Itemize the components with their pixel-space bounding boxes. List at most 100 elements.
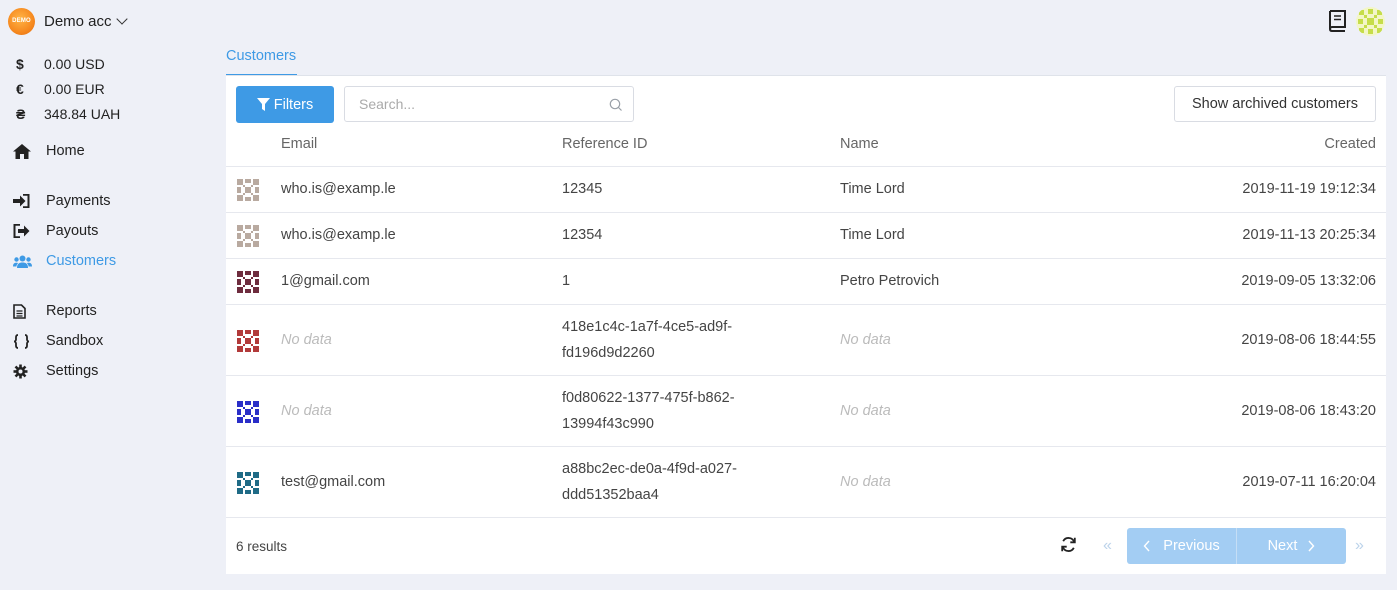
- nav-item-customers[interactable]: Customers: [0, 250, 116, 272]
- search-input[interactable]: [344, 86, 634, 122]
- reference-line: 13994f43c990: [562, 415, 654, 432]
- nav-item-settings[interactable]: Settings: [0, 360, 98, 382]
- file-text-icon: [13, 303, 26, 319]
- gear-icon: [13, 364, 28, 378]
- code-braces-icon: [13, 333, 30, 349]
- identicon-avatar: [237, 472, 259, 494]
- table-row[interactable]: test@gmail.com a88bc2ec-de0a-4f9d-a027- dd…: [226, 447, 1386, 518]
- balance-usd: $ 0.00 USD: [0, 51, 120, 76]
- home-icon: [13, 143, 31, 159]
- user-avatar[interactable]: [1356, 7, 1385, 36]
- balance-amount: 0.00 EUR: [44, 80, 105, 97]
- previous-label: Previous: [1163, 538, 1220, 554]
- nav-label: Payouts: [46, 223, 99, 239]
- table-row[interactable]: who.is@examp.le 12345 Time Lord 2019-11-19 …: [226, 167, 1386, 213]
- reference-line: 418e1c4c-1a7f-4ce5-ad9f-: [562, 319, 733, 335]
- balance-uah: ₴ 348.84 UAH: [0, 101, 120, 126]
- nav-item-payouts[interactable]: Payouts: [0, 220, 98, 242]
- reference-cell: a88bc2ec-de0a-4f9d-a027- ddd51352baa4: [562, 457, 737, 508]
- balance-amount: 348.84 UAH: [44, 105, 121, 122]
- nav-label: Payments: [46, 193, 111, 209]
- reference-cell: f0d80622-1377-475f-b862- 13994f43c990: [562, 386, 735, 437]
- customers-card: Filters Show archived customers Email Re…: [226, 76, 1386, 574]
- book-icon[interactable]: [1327, 10, 1347, 32]
- users-icon: [13, 255, 32, 268]
- created-cell: 2019-07-11 16:20:04: [1242, 474, 1376, 490]
- chevron-down-icon: [115, 13, 128, 25]
- reference-line: a88bc2ec-de0a-4f9d-a027-: [562, 461, 737, 477]
- reference-cell: 12345: [562, 181, 603, 197]
- reference-line: ddd51352baa4: [562, 486, 659, 503]
- nav-label: Customers: [46, 253, 117, 269]
- tab-customers[interactable]: Customers: [226, 46, 297, 76]
- nav-label: Home: [46, 143, 85, 159]
- table-row[interactable]: who.is@examp.le 12354 Time Lord 2019-11-13 …: [226, 213, 1386, 259]
- name-cell: Time Lord: [840, 227, 905, 243]
- results-count: 6 results: [236, 539, 288, 554]
- created-cell: 2019-08-06 18:43:20: [1241, 403, 1376, 419]
- email-cell: test@gmail.com: [281, 474, 386, 490]
- next-label: Next: [1267, 538, 1298, 554]
- email-cell: who.is@examp.le: [281, 181, 396, 197]
- name-cell: No data: [840, 474, 891, 490]
- created-cell: 2019-11-19 19:12:34: [1242, 181, 1376, 197]
- reference-cell: 418e1c4c-1a7f-4ce5-ad9f-fd196d9d2260: [562, 315, 732, 366]
- refresh-icon[interactable]: [1060, 536, 1077, 553]
- last-page-button[interactable]: »: [1355, 537, 1364, 555]
- chevron-right-icon: [1308, 540, 1315, 552]
- demo-logo: DEMO: [8, 7, 35, 35]
- account-switcher[interactable]: DEMO Demo acc: [8, 7, 128, 35]
- email-cell: 1@gmail.com: [281, 273, 370, 289]
- email-cell: who.is@examp.le: [281, 227, 396, 243]
- balance-eur: € 0.00 EUR: [0, 76, 120, 101]
- filters-button[interactable]: Filters: [236, 86, 334, 123]
- sign-out-icon: [13, 224, 30, 238]
- filter-icon: [256, 97, 270, 111]
- reference-cell: 12354: [562, 227, 603, 243]
- created-cell: 2019-09-05 13:32:06: [1241, 273, 1376, 289]
- hryvnia-icon: ₴: [16, 105, 26, 122]
- column-header-created[interactable]: Created: [1324, 136, 1376, 152]
- first-page-button[interactable]: «: [1103, 537, 1112, 555]
- balances: $ 0.00 USD € 0.00 EUR ₴ 348.84 UAH: [0, 51, 120, 126]
- reference-line: fd196d9d2260: [562, 344, 655, 361]
- email-cell: No data: [281, 332, 332, 348]
- column-header-reference[interactable]: Reference ID: [562, 136, 647, 152]
- table-row[interactable]: 1@gmail.com 1 Petro Petrovich 2019-09-05 13…: [226, 259, 1386, 305]
- created-cell: 2019-11-13 20:25:34: [1242, 227, 1376, 243]
- previous-button[interactable]: Previous: [1127, 528, 1237, 564]
- name-cell: No data: [840, 403, 891, 419]
- account-name: Demo acc: [44, 12, 112, 30]
- balance-amount: 0.00 USD: [44, 55, 105, 72]
- nav-item-sandbox[interactable]: Sandbox: [0, 330, 103, 352]
- nav-item-home[interactable]: Home: [0, 140, 85, 162]
- column-header-email[interactable]: Email: [281, 136, 317, 152]
- sign-in-icon: [13, 194, 30, 208]
- euro-icon: €: [16, 80, 24, 97]
- column-header-name[interactable]: Name: [840, 136, 879, 152]
- sidebar: DEMO Demo acc $ 0.00 USD € 0.00 EUR ₴ 34…: [0, 0, 226, 590]
- reference-line: f0d80622-1377-475f-b862-: [562, 390, 735, 406]
- name-cell: Time Lord: [840, 181, 905, 197]
- created-cell: 2019-08-06 18:44:55: [1241, 332, 1376, 348]
- name-cell: No data: [840, 332, 891, 348]
- next-button[interactable]: Next: [1237, 528, 1346, 564]
- table-row[interactable]: No data f0d80622-1377-475f-b862- 13994f43c…: [226, 376, 1386, 447]
- identicon-avatar: [237, 225, 259, 247]
- chevron-left-icon: [1143, 540, 1150, 552]
- table-header: Email Reference ID Name Created: [226, 123, 1386, 167]
- search-icon: [609, 98, 622, 111]
- nav-label: Reports: [46, 303, 97, 319]
- nav-item-reports[interactable]: Reports: [0, 300, 97, 322]
- nav-item-payments[interactable]: Payments: [0, 190, 110, 212]
- filters-label: Filters: [273, 96, 314, 113]
- pagination: Previous Next: [1127, 528, 1346, 564]
- table-row[interactable]: No data 418e1c4c-1a7f-4ce5-ad9f-fd196d9d2…: [226, 305, 1386, 376]
- identicon-avatar: [237, 179, 259, 201]
- nav-label: Sandbox: [46, 333, 104, 349]
- identicon-avatar: [237, 271, 259, 293]
- reference-cell: 1: [562, 273, 571, 289]
- identicon-avatar: [237, 401, 259, 423]
- show-archived-button[interactable]: Show archived customers: [1174, 86, 1376, 122]
- dollar-icon: $: [16, 55, 24, 72]
